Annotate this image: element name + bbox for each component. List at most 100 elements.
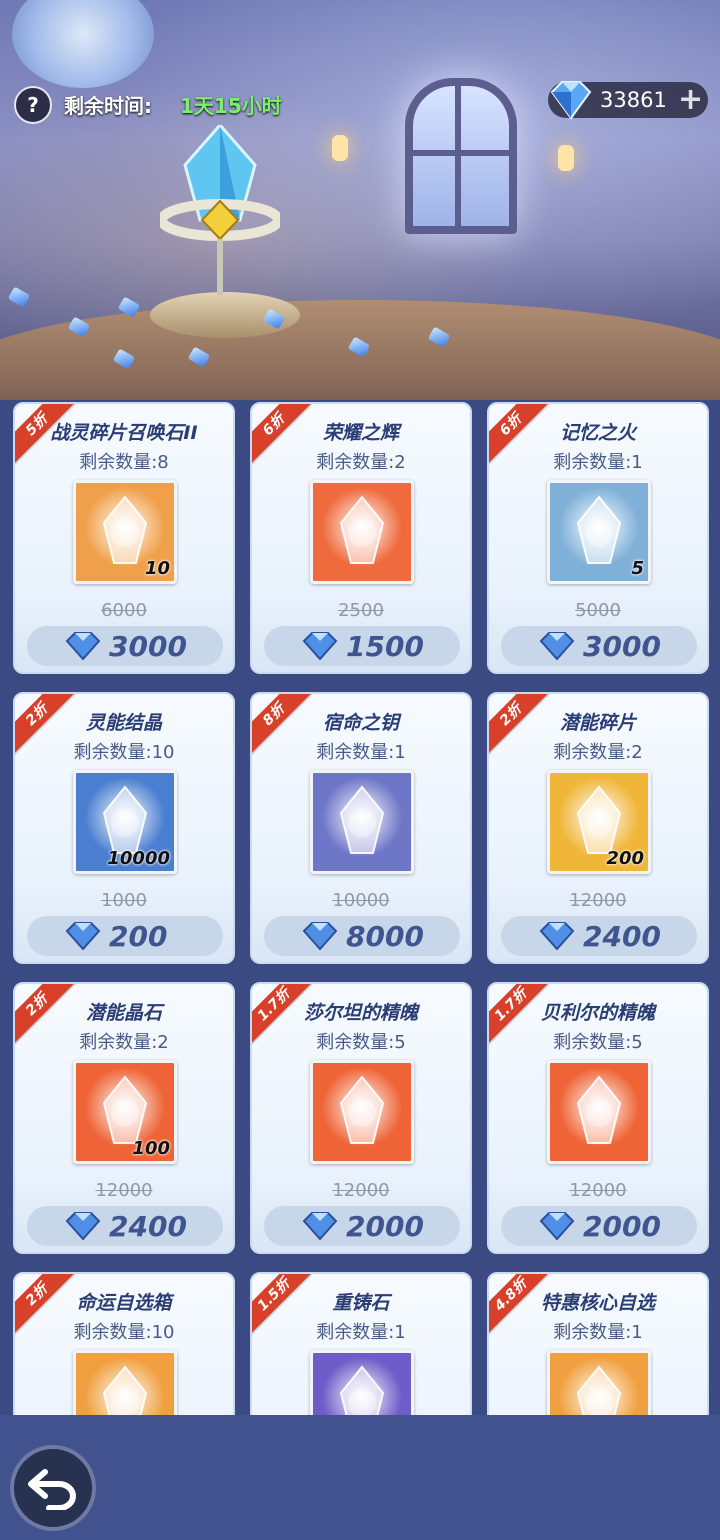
item-stock: 剩余数量:2 bbox=[79, 1032, 169, 1053]
original-price: 12000 bbox=[332, 1180, 390, 1201]
potential-spar-icon[interactable]: 100 bbox=[73, 1060, 177, 1164]
item-stock: 剩余数量:10 bbox=[73, 1322, 175, 1343]
sale-price: 2400 bbox=[583, 920, 661, 953]
item-quantity: 100 bbox=[132, 1138, 170, 1159]
item-stock: 剩余数量:5 bbox=[553, 1032, 643, 1053]
shop-grid: 5折 战灵碎片召唤石II 剩余数量:8 10 6000 3000 6折 荣耀之辉… bbox=[0, 400, 720, 1415]
item-quantity: 10 bbox=[144, 558, 170, 579]
wall-lamp bbox=[558, 145, 574, 171]
shop-item-card[interactable]: 2折 潜能碎片 剩余数量:2 200 12000 2400 bbox=[487, 692, 709, 964]
original-price: 5000 bbox=[575, 600, 621, 621]
footer-bar bbox=[0, 1415, 720, 1540]
destiny-key-icon[interactable] bbox=[310, 770, 414, 874]
sale-price: 8000 bbox=[346, 920, 424, 953]
buy-button[interactable]: 200 bbox=[27, 916, 223, 956]
item-name: 灵能结晶 bbox=[85, 712, 162, 734]
buy-button[interactable]: 2000 bbox=[264, 1206, 460, 1246]
plus-icon[interactable]: + bbox=[678, 83, 703, 117]
shop-item-card[interactable]: 2折 潜能晶石 剩余数量:2 100 12000 2400 bbox=[13, 982, 235, 1254]
buy-button[interactable]: 1500 bbox=[264, 626, 460, 666]
sale-price: 2000 bbox=[346, 1210, 424, 1243]
diamond-icon bbox=[302, 632, 338, 660]
sale-price: 2400 bbox=[109, 1210, 187, 1243]
shop-item-card[interactable]: 4.8折 特惠核心自选 剩余数量:1 bbox=[487, 1272, 709, 1415]
diamond-icon bbox=[65, 632, 101, 660]
currency-display: 33861 + bbox=[548, 81, 708, 120]
original-price: 12000 bbox=[569, 890, 627, 911]
original-price: 12000 bbox=[569, 1180, 627, 1201]
sale-price: 2000 bbox=[583, 1210, 661, 1243]
sale-price: 3000 bbox=[583, 630, 661, 663]
item-stock: 剩余数量:1 bbox=[316, 1322, 406, 1343]
buy-button[interactable]: 8000 bbox=[264, 916, 460, 956]
item-name: 贝利尔的精魄 bbox=[540, 1002, 655, 1024]
diamond-icon bbox=[302, 922, 338, 950]
item-name: 宿命之钥 bbox=[322, 712, 399, 734]
item-name: 莎尔坦的精魄 bbox=[303, 1002, 418, 1024]
item-stock: 剩余数量:8 bbox=[79, 452, 169, 473]
core-select-icon[interactable] bbox=[547, 1350, 651, 1415]
shop-item-card[interactable]: 8折 宿命之钥 剩余数量:1 10000 8000 bbox=[250, 692, 472, 964]
buy-button[interactable]: 3000 bbox=[501, 626, 697, 666]
potential-shard-icon[interactable]: 200 bbox=[547, 770, 651, 874]
diamond-icon bbox=[539, 1212, 575, 1240]
item-name: 战灵碎片召唤石II bbox=[50, 422, 198, 444]
shop-item-card[interactable]: 1.7折 莎尔坦的精魄 剩余数量:5 12000 2000 bbox=[250, 982, 472, 1254]
shop-item-card[interactable]: 5折 战灵碎片召唤石II 剩余数量:8 10 6000 3000 bbox=[13, 402, 235, 674]
diamond-icon bbox=[539, 922, 575, 950]
item-quantity: 10000 bbox=[107, 848, 170, 869]
back-arrow-icon bbox=[28, 1469, 76, 1510]
original-price: 2500 bbox=[338, 600, 384, 621]
shop-item-card[interactable]: 2折 灵能结晶 剩余数量:10 10000 1000 200 bbox=[13, 692, 235, 964]
back-button[interactable] bbox=[10, 1445, 96, 1531]
original-price: 1000 bbox=[101, 890, 147, 911]
shop-item-card[interactable]: 1.7折 贝利尔的精魄 剩余数量:5 12000 2000 bbox=[487, 982, 709, 1254]
diamond-icon bbox=[539, 632, 575, 660]
item-name: 荣耀之辉 bbox=[322, 422, 399, 444]
original-price: 12000 bbox=[95, 1180, 153, 1201]
item-name: 记忆之火 bbox=[559, 422, 636, 444]
item-name: 命运自选箱 bbox=[76, 1292, 172, 1314]
item-quantity: 5 bbox=[631, 558, 644, 579]
sale-price: 1500 bbox=[346, 630, 424, 663]
item-quantity: 200 bbox=[606, 848, 644, 869]
item-name: 重铸石 bbox=[332, 1292, 390, 1314]
buy-button[interactable]: 2000 bbox=[501, 1206, 697, 1246]
hero-banner: ? 剩余时间: 1天15小时 33861 + bbox=[0, 0, 720, 400]
item-stock: 剩余数量:5 bbox=[316, 1032, 406, 1053]
item-stock: 剩余数量:2 bbox=[316, 452, 406, 473]
fate-chest-icon[interactable] bbox=[73, 1350, 177, 1415]
summon-stone-icon[interactable]: 10 bbox=[73, 480, 177, 584]
shop-item-card[interactable]: 6折 荣耀之辉 剩余数量:2 2500 1500 bbox=[250, 402, 472, 674]
item-stock: 剩余数量:10 bbox=[73, 742, 175, 763]
buy-button[interactable]: 2400 bbox=[27, 1206, 223, 1246]
diamond-icon bbox=[302, 1212, 338, 1240]
psionic-crystal-icon[interactable]: 10000 bbox=[73, 770, 177, 874]
item-stock: 剩余数量:2 bbox=[553, 742, 643, 763]
sale-price: 200 bbox=[109, 920, 168, 953]
item-name: 潜能碎片 bbox=[559, 712, 636, 734]
shop-item-card[interactable]: 1.5折 重铸石 剩余数量:1 bbox=[250, 1272, 472, 1415]
glory-orb-icon[interactable] bbox=[310, 480, 414, 584]
original-price: 6000 bbox=[101, 600, 147, 621]
crystal-icon bbox=[160, 125, 280, 295]
item-stock: 剩余数量:1 bbox=[553, 1322, 643, 1343]
diamond-icon bbox=[65, 922, 101, 950]
essence-orb-red-icon[interactable] bbox=[547, 1060, 651, 1164]
memory-fire-icon[interactable]: 5 bbox=[547, 480, 651, 584]
essence-orb-purple-icon[interactable] bbox=[310, 1060, 414, 1164]
item-stock: 剩余数量:1 bbox=[553, 452, 643, 473]
sale-price: 3000 bbox=[109, 630, 187, 663]
buy-button[interactable]: 2400 bbox=[501, 916, 697, 956]
item-name: 潜能晶石 bbox=[85, 1002, 162, 1024]
reforge-stone-icon[interactable] bbox=[310, 1350, 414, 1415]
help-button[interactable]: ? bbox=[14, 86, 52, 124]
shop-item-card[interactable]: 6折 记忆之火 剩余数量:1 5 5000 3000 bbox=[487, 402, 709, 674]
currency-value: 33861 bbox=[600, 88, 667, 112]
item-name: 特惠核心自选 bbox=[540, 1292, 655, 1314]
diamond-icon bbox=[65, 1212, 101, 1240]
shop-item-card[interactable]: 2折 命运自选箱 剩余数量:10 bbox=[13, 1272, 235, 1415]
timer-label: 剩余时间: bbox=[64, 94, 152, 118]
buy-button[interactable]: 3000 bbox=[27, 626, 223, 666]
wall-lamp bbox=[332, 135, 348, 161]
